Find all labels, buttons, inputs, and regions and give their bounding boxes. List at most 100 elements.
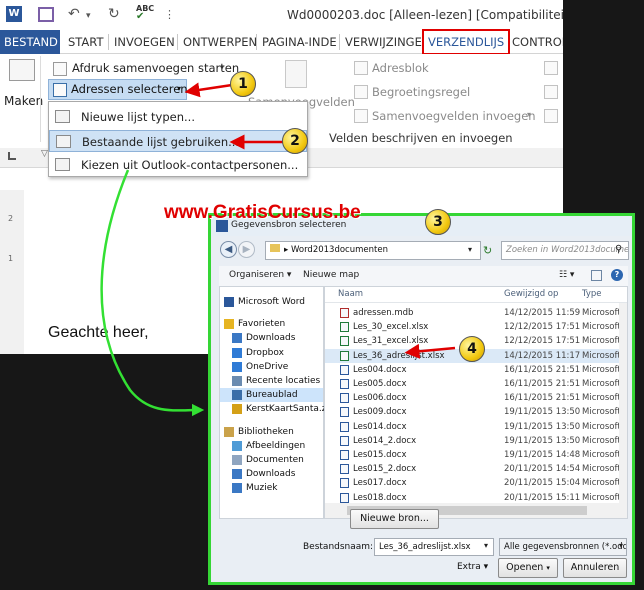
nav-item[interactable]: Muziek bbox=[220, 481, 323, 495]
nav-item-label: Microsoft Word bbox=[238, 297, 305, 307]
help-icon[interactable]: ? bbox=[611, 269, 623, 281]
refresh-icon[interactable]: ↻ bbox=[483, 244, 492, 257]
file-date: 14/12/2015 11:59 bbox=[504, 308, 581, 318]
column-header-type[interactable]: Type bbox=[582, 289, 602, 299]
nav-item[interactable]: Bibliotheken bbox=[220, 425, 323, 439]
open-button[interactable]: Openen ▾ bbox=[498, 558, 558, 578]
spelling-icon[interactable]: ABC ✔ bbox=[136, 4, 154, 22]
chevron-down-icon[interactable]: ▾ bbox=[619, 541, 623, 550]
file-row[interactable]: Les_30_excel.xlsx 12/12/2015 17:51 Microso… bbox=[325, 320, 627, 334]
adresblok-button[interactable]: Adresblok bbox=[372, 61, 429, 75]
nav-item[interactable]: Dropbox bbox=[220, 346, 323, 360]
tab-verwijzingen[interactable]: VERWIJZINGE bbox=[341, 30, 426, 54]
vertical-scrollbar[interactable] bbox=[619, 303, 627, 503]
new-folder-button[interactable]: Nieuwe map bbox=[303, 270, 359, 280]
xlsx-file-icon bbox=[340, 322, 349, 333]
nav-item[interactable]: Downloads bbox=[220, 467, 323, 481]
tab-bestand[interactable]: BESTAND bbox=[0, 30, 60, 54]
file-row[interactable]: Les014.docx 19/11/2015 13:50 Microsoft bbox=[325, 420, 627, 434]
file-row[interactable]: adressen.mdb 14/12/2015 11:59 Microsoft bbox=[325, 306, 627, 320]
nav-item[interactable]: KerstKaartSanta.z bbox=[220, 402, 326, 416]
tab-controleren[interactable]: CONTROL bbox=[508, 30, 563, 54]
select-recipients-menu: Nieuwe lijst typen... Bestaande lijst ge… bbox=[48, 101, 308, 177]
tab-ontwerpen[interactable]: ONTWERPEN bbox=[179, 30, 261, 54]
chevron-down-icon[interactable]: ▾ bbox=[468, 245, 472, 254]
samenvoegvelden-invoegen-button[interactable]: Samenvoegvelden invoegen bbox=[372, 109, 536, 123]
ruler-number: 2 bbox=[8, 214, 14, 223]
select-recipients-button[interactable]: Adressen selecteren ▾ bbox=[48, 79, 188, 100]
documents-icon bbox=[232, 455, 242, 465]
file-name: Les009.docx bbox=[353, 407, 407, 418]
back-icon[interactable]: ◀ bbox=[220, 241, 237, 258]
nav-item[interactable]: Favorieten bbox=[220, 317, 323, 331]
view-options-icon[interactable]: ☷ ▾ bbox=[559, 270, 574, 280]
nav-item-label: Favorieten bbox=[238, 319, 286, 330]
file-row[interactable]: Les017.docx 20/11/2015 15:04 Microsoft bbox=[325, 476, 627, 490]
menu-item-outlook-contacts[interactable]: Kiezen uit Outlook-contactpersonen... bbox=[49, 154, 307, 176]
begroetingsregel-button[interactable]: Begroetingsregel bbox=[372, 85, 470, 99]
tab-verzendlijsten[interactable]: VERZENDLIJS bbox=[422, 29, 511, 55]
nav-item[interactable]: Afbeeldingen bbox=[220, 439, 323, 453]
file-row[interactable]: Les009.docx 19/11/2015 13:50 Microsoft bbox=[325, 405, 627, 419]
search-input[interactable]: Zoeken in Word2013document... bbox=[501, 241, 629, 260]
rules-icon bbox=[544, 61, 558, 75]
tab-start[interactable]: START bbox=[64, 30, 107, 54]
file-row[interactable]: Les005.docx 16/11/2015 21:51 Microsoft bbox=[325, 377, 627, 391]
file-date: 16/11/2015 21:51 bbox=[504, 393, 581, 404]
tab-pagina-indeling[interactable]: PAGINA-INDE bbox=[258, 30, 341, 54]
file-row[interactable]: Les015.docx 19/11/2015 14:48 Microsoft bbox=[325, 448, 627, 462]
menu-item-new-list[interactable]: Nieuwe lijst typen... bbox=[49, 106, 307, 128]
file-type: Microsoft bbox=[582, 336, 621, 347]
nav-item[interactable]: Recente locaties bbox=[220, 374, 323, 388]
new-source-button[interactable]: Nieuwe bron... bbox=[350, 509, 439, 529]
column-header-name[interactable]: Naam bbox=[338, 289, 363, 299]
file-type: Microsoft bbox=[582, 421, 621, 432]
column-header-date[interactable]: Gewijzigd op bbox=[504, 289, 558, 299]
file-row[interactable]: Les006.docx 16/11/2015 21:51 Microsoft bbox=[325, 391, 627, 405]
undo-dropdown-icon[interactable]: ▾ bbox=[86, 11, 91, 21]
nav-item[interactable]: Bureaublad bbox=[220, 388, 323, 403]
chevron-down-icon: ▾ bbox=[483, 562, 489, 572]
address-block-icon bbox=[354, 61, 368, 75]
file-name: Les_31_excel.xlsx bbox=[353, 336, 429, 347]
file-type: Microsoft bbox=[582, 364, 621, 375]
customize-qat-icon[interactable]: ⋮ bbox=[164, 8, 175, 21]
undo-icon[interactable]: ↶ bbox=[68, 6, 80, 22]
filetype-select[interactable]: Alle gegevensbronnen (*.odc;*. bbox=[499, 538, 627, 556]
match-fields-icon bbox=[544, 85, 558, 99]
start-mailmerge-button[interactable]: Afdruk samenvoegen starten bbox=[72, 61, 239, 75]
nav-item[interactable]: OneDrive bbox=[220, 360, 323, 374]
nav-item[interactable]: Downloads bbox=[220, 331, 323, 345]
nav-item-label: Downloads bbox=[246, 333, 296, 344]
indent-marker-icon[interactable]: ▽ bbox=[41, 149, 48, 159]
nav-item[interactable]: Microsoft Word bbox=[220, 295, 323, 309]
extra-button[interactable]: Extra ▾ bbox=[457, 562, 488, 572]
tab-stop-icon[interactable] bbox=[8, 152, 16, 160]
tab-invoegen[interactable]: INVOEGEN bbox=[110, 30, 179, 54]
breadcrumb[interactable]: ▸ Word2013documenten bbox=[265, 241, 481, 260]
menu-item-existing-list[interactable]: Bestaande lijst gebruiken... bbox=[49, 130, 307, 152]
folder-icon bbox=[270, 244, 280, 252]
nav-item-label: Recente locaties bbox=[246, 376, 321, 386]
chevron-down-icon[interactable]: ▾ bbox=[484, 541, 488, 550]
forward-icon[interactable]: ▶ bbox=[238, 241, 255, 258]
file-date: 19/11/2015 14:48 bbox=[504, 450, 581, 460]
file-row[interactable]: Les004.docx 16/11/2015 21:51 Microsoft bbox=[325, 363, 627, 377]
organize-label: Organiseren bbox=[229, 270, 285, 280]
organize-button[interactable]: Organiseren ▾ bbox=[229, 270, 291, 280]
open-label: Openen bbox=[506, 562, 544, 573]
filename-input[interactable]: Les_36_adreslijst.xlsx bbox=[374, 538, 494, 556]
update-labels-icon bbox=[544, 109, 558, 123]
redo-icon[interactable]: ↻ bbox=[108, 6, 120, 22]
word-icon bbox=[224, 297, 234, 307]
preview-pane-icon[interactable] bbox=[591, 270, 602, 281]
file-date: 12/12/2015 17:51 bbox=[504, 336, 581, 347]
file-row[interactable]: Les014_2.docx 19/11/2015 13:50 Microsoft bbox=[325, 434, 627, 448]
maken-button[interactable]: Maken bbox=[4, 94, 43, 108]
nav-item[interactable]: Documenten bbox=[220, 453, 323, 467]
cancel-button[interactable]: Annuleren bbox=[563, 558, 627, 578]
nav-item-label: Documenten bbox=[246, 455, 304, 465]
save-icon[interactable] bbox=[38, 7, 54, 22]
file-name: Les014_2.docx bbox=[353, 435, 417, 446]
file-row[interactable]: Les015_2.docx 20/11/2015 14:54 Microsoft bbox=[325, 462, 627, 476]
